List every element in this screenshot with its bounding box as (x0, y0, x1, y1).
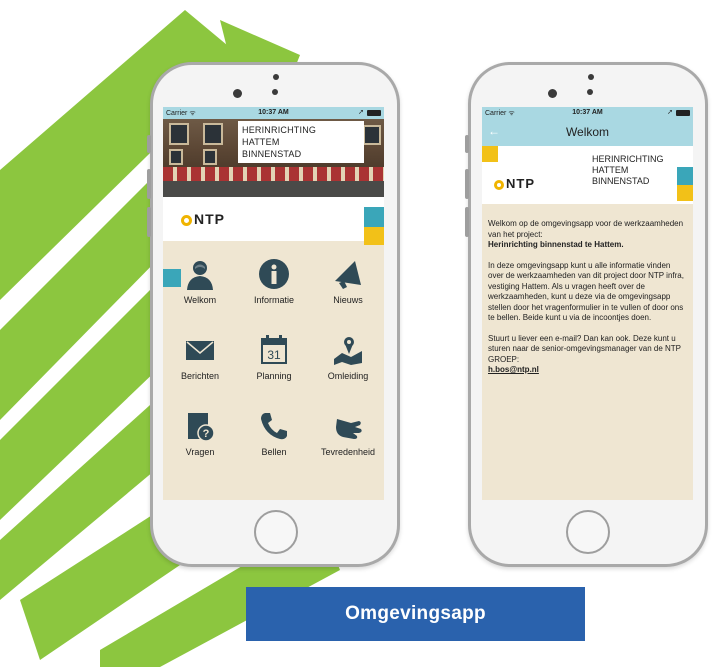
person-icon (187, 261, 213, 290)
calendar-day: 31 (267, 348, 281, 362)
phone-welcome-screen: Carrier ᯤ 10:37 AM ➚ ← Welkom NTP HERINR… (465, 62, 708, 567)
yellow-accent (364, 227, 384, 245)
svg-text:?: ? (203, 428, 210, 440)
nav-title: Welkom (565, 125, 610, 139)
info-paragraph: In deze omgevingsapp kunt u alle informa… (488, 260, 684, 323)
clock: 10:37 AM (572, 109, 603, 116)
home-button[interactable] (566, 510, 610, 554)
phone-home-screen: Carrier ᯤ 10:37 AM ➚ HERINRICHTING HATTE… (147, 62, 400, 567)
clock: 10:37 AM (258, 109, 289, 116)
home-screen: Carrier ᯤ 10:37 AM ➚ HERINRICHTING HATTE… (163, 107, 384, 500)
welcome-text: Welkom op de omgevingsapp voor de werkza… (488, 219, 688, 386)
teal-accent (677, 167, 693, 185)
status-bar: Carrier ᯤ 10:37 AM ➚ (482, 107, 693, 119)
mute-switch (147, 135, 151, 153)
tile-bellen[interactable]: Bellen (237, 409, 311, 457)
camera-dot (588, 74, 594, 80)
info-icon (259, 259, 289, 289)
speaker-dot (272, 89, 278, 95)
tile-omleiding[interactable]: Omleiding (311, 333, 384, 381)
welcome-header: NTP HERINRICHTING HATTEM BINNENSTAD (482, 146, 693, 204)
welcome-screen: Carrier ᯤ 10:37 AM ➚ ← Welkom NTP HERINR… (482, 107, 693, 500)
speaker-dot (587, 89, 593, 95)
project-title: HERINRICHTING HATTEM BINNENSTAD (592, 154, 664, 186)
tile-planning[interactable]: 31 Planning (237, 333, 311, 381)
status-bar: Carrier ᯤ 10:37 AM ➚ (163, 107, 384, 119)
volume-down-button (147, 207, 151, 237)
hand-icon (336, 419, 362, 439)
calendar-icon: 31 (261, 335, 287, 364)
ntp-logo: NTP (494, 176, 535, 191)
project-name: Herinrichting binnenstad te Hattem. (488, 240, 624, 249)
yellow-accent (677, 185, 693, 201)
logo-band: NTP (163, 197, 384, 241)
tile-berichten[interactable]: Berichten (163, 333, 237, 381)
tile-nieuws[interactable]: Nieuws (311, 257, 384, 305)
camera-dot (273, 74, 279, 80)
teal-accent (364, 207, 384, 227)
tile-informatie[interactable]: Informatie (237, 257, 311, 305)
front-camera (233, 89, 242, 98)
location-icon: ➚ (358, 109, 364, 116)
yellow-accent (482, 146, 498, 162)
volume-down-button (465, 207, 469, 237)
envelope-icon (186, 341, 214, 360)
battery-icon (676, 110, 690, 116)
tile-tevredenheid[interactable]: Tevredenheid (311, 409, 384, 457)
tile-vragen[interactable]: ? Vragen (163, 409, 237, 457)
home-button[interactable] (254, 510, 298, 554)
question-icon: ? (188, 413, 215, 442)
email-paragraph: Stuurt u liever een e-mail? Dan kan ook.… (488, 333, 681, 375)
email-link[interactable]: h.bos@ntp.nl (488, 365, 539, 374)
nav-bar: ← Welkom (482, 119, 693, 146)
volume-up-button (465, 169, 469, 199)
megaphone-icon (335, 261, 361, 289)
volume-up-button (147, 169, 151, 199)
front-camera (548, 89, 557, 98)
battery-icon (367, 110, 381, 116)
ntp-logo: NTP (181, 211, 225, 227)
location-icon: ➚ (667, 109, 673, 116)
mute-switch (465, 135, 469, 153)
tile-welkom[interactable]: Welkom (163, 257, 237, 305)
project-title: HERINRICHTING HATTEM BINNENSTAD (238, 121, 364, 163)
intro-paragraph: Welkom op de omgevingsapp voor de werkza… (488, 219, 684, 249)
app-name-banner: Omgevingsapp (246, 587, 585, 641)
phone-icon (261, 413, 287, 440)
map-pin-icon (334, 337, 362, 365)
